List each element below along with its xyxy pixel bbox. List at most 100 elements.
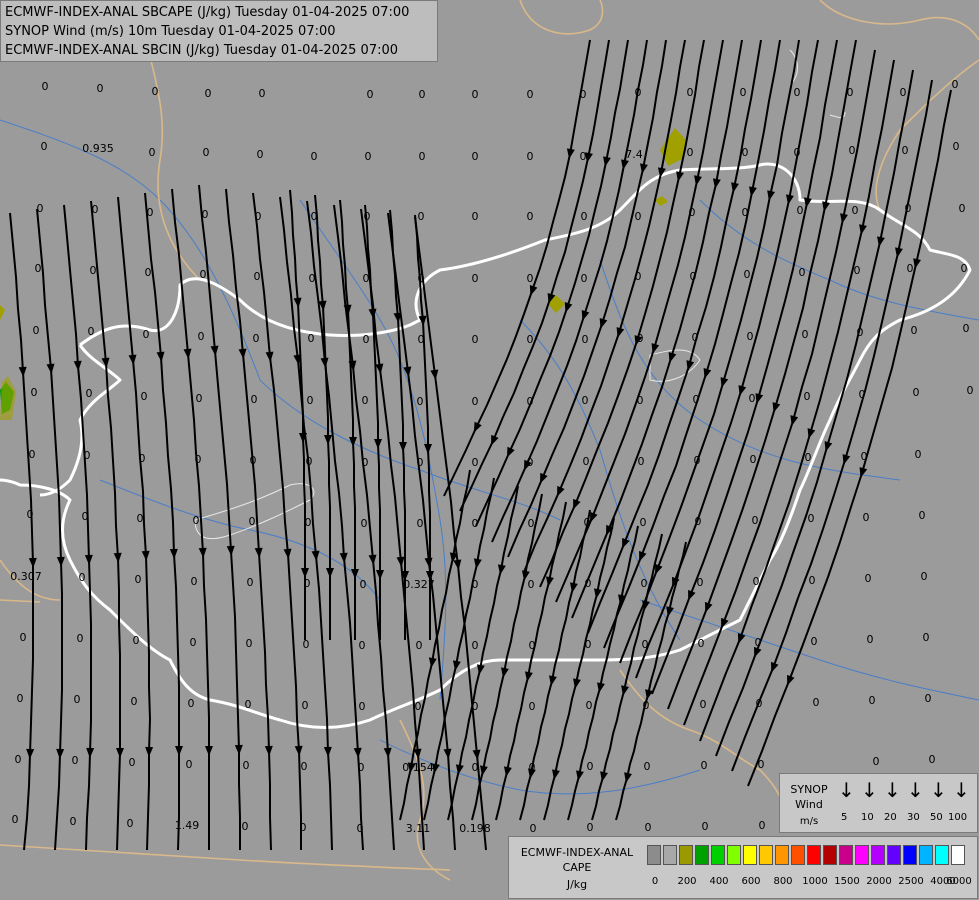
- cin-value-label: 0: [133, 634, 140, 647]
- cin-value-label: 0: [923, 631, 930, 644]
- title-line-synop-wind: SYNOP Wind (m/s) 10m Tuesday 01-04-2025 …: [5, 24, 336, 39]
- cin-value-label: 0: [582, 333, 589, 346]
- cin-value-label: 0: [693, 393, 700, 406]
- cape-color-swatch: [871, 845, 885, 865]
- cin-value-label: 0: [961, 262, 968, 275]
- cin-value-label: 0: [747, 330, 754, 343]
- cin-value-label: 0: [700, 698, 707, 711]
- cin-value-label: 0: [249, 515, 256, 528]
- cin-value-label: 0: [139, 452, 146, 465]
- weather-map[interactable]: 0 0 0 0 0 0 0 0 0 0 0 0 0 0 0 0 0 0 0.935 0 0 0 0 0 0 0 0 0 7.4 0 0 0 0 0…: [0, 0, 979, 900]
- cin-value-label: 0: [367, 88, 374, 101]
- cin-value-label: 0: [191, 575, 198, 588]
- cin-value-label: 0: [758, 758, 765, 771]
- cin-value-label: 0: [359, 700, 366, 713]
- cin-value-label: 0: [638, 455, 645, 468]
- cin-value-label: 0: [740, 86, 747, 99]
- cin-value-label: 0: [309, 272, 316, 285]
- cin-value-label: 0: [581, 210, 588, 223]
- cin-value-label: 0: [305, 516, 312, 529]
- cin-value-label: 0: [645, 821, 652, 834]
- cin-value-label: 0: [701, 759, 708, 772]
- cin-value-label: 0: [527, 272, 534, 285]
- cin-value-label: 0: [418, 333, 425, 346]
- wind-speed-5: 5: [841, 812, 848, 823]
- cin-value-label: 0: [250, 454, 257, 467]
- cin-value-label: 0: [585, 638, 592, 651]
- wind-arrow-50-icon: ↓: [930, 778, 947, 802]
- cin-value-label: 0: [42, 80, 49, 93]
- cape-color-swatch: [791, 845, 805, 865]
- cin-value-label: 0: [70, 815, 77, 828]
- cin-value-label: 0: [635, 270, 642, 283]
- cin-value-label: 0: [186, 758, 193, 771]
- cin-value-label: 0: [357, 822, 364, 835]
- cape-color-swatch: [727, 845, 741, 865]
- cin-value-label: 0: [902, 144, 909, 157]
- wind-arrow-5-icon: ↓: [838, 778, 855, 802]
- cin-value-label: 0: [77, 632, 84, 645]
- cin-value-label: 0: [33, 324, 40, 337]
- cin-value-label: 0: [242, 820, 249, 833]
- cin-value-label: 0: [742, 206, 749, 219]
- cin-value-label: 0: [580, 88, 587, 101]
- cin-value-label: 0: [472, 395, 479, 408]
- cin-value-label: 0: [27, 508, 34, 521]
- cin-value-label: 0: [37, 202, 44, 215]
- cin-value-label: 0: [854, 264, 861, 277]
- cin-value-label: 0: [363, 272, 370, 285]
- cin-value-label: 0: [587, 760, 594, 773]
- cin-value-label: 0: [756, 697, 763, 710]
- cin-value-label: 0: [365, 150, 372, 163]
- cin-value-label: 0: [805, 451, 812, 464]
- cin-value-label: 0: [472, 272, 479, 285]
- cin-value-label: 0: [259, 87, 266, 100]
- cin-value-label: 0: [753, 575, 760, 588]
- cin-value-label: 0: [702, 820, 709, 833]
- cin-value-label: 0: [752, 514, 759, 527]
- cin-value-label: 0: [254, 270, 261, 283]
- cape-tick-label: 800: [773, 876, 793, 887]
- cin-value-label: 0: [84, 449, 91, 462]
- cin-value-label: 0.307: [10, 570, 42, 583]
- cin-value-label: 0: [311, 210, 318, 223]
- cin-value-label: 0: [203, 146, 210, 159]
- cin-value-label: 0: [31, 386, 38, 399]
- cin-value-label: 0: [859, 388, 866, 401]
- cape-legend-title: ECMWF-INDEX-ANAL CAPE: [520, 846, 634, 874]
- cin-value-label: 0: [79, 571, 86, 584]
- wind-speed-30: 30: [907, 812, 920, 823]
- cin-value-label: 0: [419, 150, 426, 163]
- cin-value-label: 0: [587, 821, 594, 834]
- cin-value-label: 0: [749, 392, 756, 405]
- cin-value-label: 0: [804, 390, 811, 403]
- cin-value-label: 0: [907, 262, 914, 275]
- cin-value-label: 0: [418, 210, 425, 223]
- cin-value-label: 0: [86, 387, 93, 400]
- cin-value-label: 0: [527, 210, 534, 223]
- cin-value-label: 0: [698, 637, 705, 650]
- cin-value-label: 0: [472, 578, 479, 591]
- cape-tick-label: 200: [677, 876, 697, 887]
- cin-value-label: 0: [911, 324, 918, 337]
- cin-value-label: 0.198: [459, 822, 491, 835]
- cin-value-label: 0: [361, 517, 368, 530]
- cin-value-label: 0: [196, 392, 203, 405]
- cin-value-label: 0: [581, 272, 588, 285]
- cin-value-label: 0: [17, 692, 24, 705]
- cin-value-label: 0: [90, 264, 97, 277]
- cin-value-label: 0: [967, 384, 974, 397]
- cin-value-label: 0: [794, 146, 801, 159]
- wind-speed-20: 20: [884, 812, 897, 823]
- cin-value-label: 0: [190, 636, 197, 649]
- cin-value-label: 0: [74, 693, 81, 706]
- cin-value-label: 0: [528, 517, 535, 530]
- cin-value-label: 0: [697, 576, 704, 589]
- cin-value-label: 0: [637, 332, 644, 345]
- cin-value-label: 0: [303, 638, 310, 651]
- cin-value-label: 0: [586, 699, 593, 712]
- cin-value-label: 0: [304, 577, 311, 590]
- cin-value-label: 0: [29, 448, 36, 461]
- cin-value-label: 0: [952, 78, 959, 91]
- cin-value-label: 3.11: [406, 822, 431, 835]
